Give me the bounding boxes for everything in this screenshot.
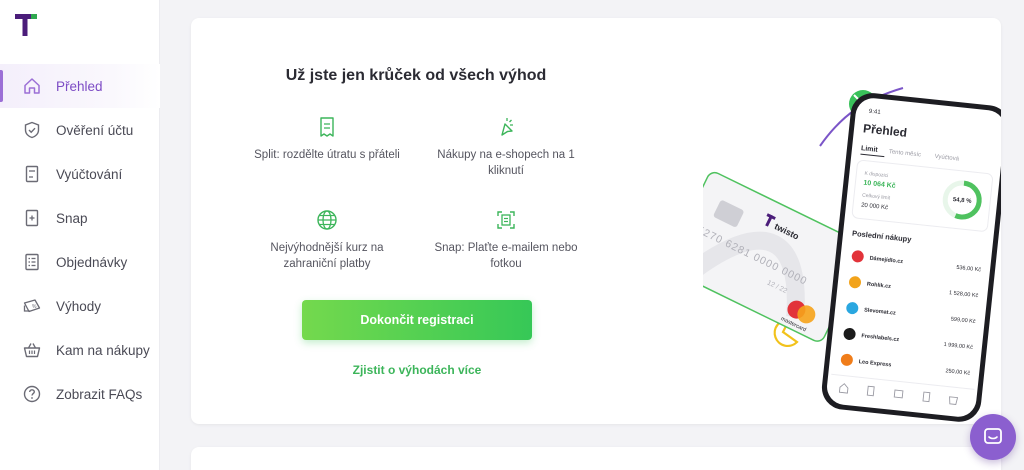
phone-mockup: 9:41 Přehled Limit Tento měsíc Vyúčtová … bbox=[821, 93, 1001, 422]
sidebar: Přehled Ověření účtu Vyúčtování Snap Obj… bbox=[0, 0, 160, 470]
finish-registration-button[interactable]: Dokončit registraci bbox=[302, 300, 532, 340]
bill-icon bbox=[22, 164, 42, 184]
sidebar-item-label: Vyúčtování bbox=[56, 166, 123, 182]
feature-text: Nejvýhodnější kurz na zahraniční platby bbox=[270, 242, 384, 270]
page-title: Už jste jen krůček od všech výhod bbox=[285, 67, 547, 84]
feature-text: Snap: Plaťte e-mailem nebo fotkou bbox=[434, 242, 578, 270]
sidebar-item-faqs[interactable]: Zobrazit FAQs bbox=[0, 372, 160, 416]
sidebar-item-overeni-uctu[interactable]: Ověření účtu bbox=[0, 108, 160, 152]
scan-icon bbox=[494, 208, 518, 232]
sidebar-item-label: Ověření účtu bbox=[56, 122, 134, 138]
svg-text:%: % bbox=[32, 304, 37, 310]
home-icon bbox=[22, 76, 42, 96]
sidebar-item-vyuctovani[interactable]: Vyúčtování bbox=[0, 152, 160, 196]
feature-one-click: Nákupy na e-shopech na 1 kliknutí bbox=[431, 115, 581, 179]
feature-text: Nákupy na e-shopech na 1 kliknutí bbox=[437, 149, 575, 177]
sidebar-item-label: Objednávky bbox=[56, 254, 128, 270]
phone-status-time: 9:41 bbox=[869, 109, 882, 116]
sidebar-item-kam-na-nakupy[interactable]: Kam na nákupy bbox=[0, 328, 160, 372]
basket-icon bbox=[22, 340, 42, 360]
shield-check-icon bbox=[22, 120, 42, 140]
click-cursor-icon bbox=[494, 115, 518, 139]
promo-illustration: twisto 5270 6281 0000 0000 12 / 22 maste… bbox=[703, 87, 1001, 422]
feature-split: Split: rozdělte útratu s přáteli bbox=[252, 115, 402, 163]
twisto-logo[interactable] bbox=[14, 12, 40, 38]
learn-more-link[interactable]: Zjistit o výhodách více bbox=[302, 363, 532, 377]
snap-plus-icon bbox=[22, 208, 42, 228]
sidebar-item-objednavky[interactable]: Objednávky bbox=[0, 240, 160, 284]
ticket-percent-icon: % bbox=[22, 296, 42, 316]
globe-icon bbox=[315, 208, 339, 232]
sidebar-item-label: Výhody bbox=[56, 298, 102, 314]
feature-snap: Snap: Plaťte e-mailem nebo fotkou bbox=[431, 208, 581, 272]
sidebar-nav: Přehled Ověření účtu Vyúčtování Snap Obj… bbox=[0, 64, 160, 416]
onboarding-card: Už jste jen krůček od všech výhod Split:… bbox=[191, 18, 1001, 424]
receipt-icon bbox=[315, 115, 339, 139]
sidebar-item-snap[interactable]: Snap bbox=[0, 196, 160, 240]
orders-list-icon bbox=[22, 252, 42, 272]
sidebar-item-label: Snap bbox=[56, 210, 88, 226]
sidebar-item-vyhody[interactable]: % Výhody bbox=[0, 284, 160, 328]
sidebar-item-prehled[interactable]: Přehled bbox=[0, 64, 160, 108]
feature-fx-rate: Nejvýhodnější kurz na zahraniční platby bbox=[252, 208, 402, 272]
secondary-card bbox=[191, 447, 1001, 470]
sidebar-item-label: Přehled bbox=[56, 78, 103, 94]
help-icon bbox=[22, 384, 42, 404]
chat-button[interactable] bbox=[970, 414, 1016, 460]
chat-bubble-icon bbox=[984, 428, 1002, 444]
feature-text: Split: rozdělte útratu s přáteli bbox=[254, 149, 400, 161]
sidebar-item-label: Kam na nákupy bbox=[56, 342, 150, 358]
sidebar-item-label: Zobrazit FAQs bbox=[56, 386, 143, 402]
